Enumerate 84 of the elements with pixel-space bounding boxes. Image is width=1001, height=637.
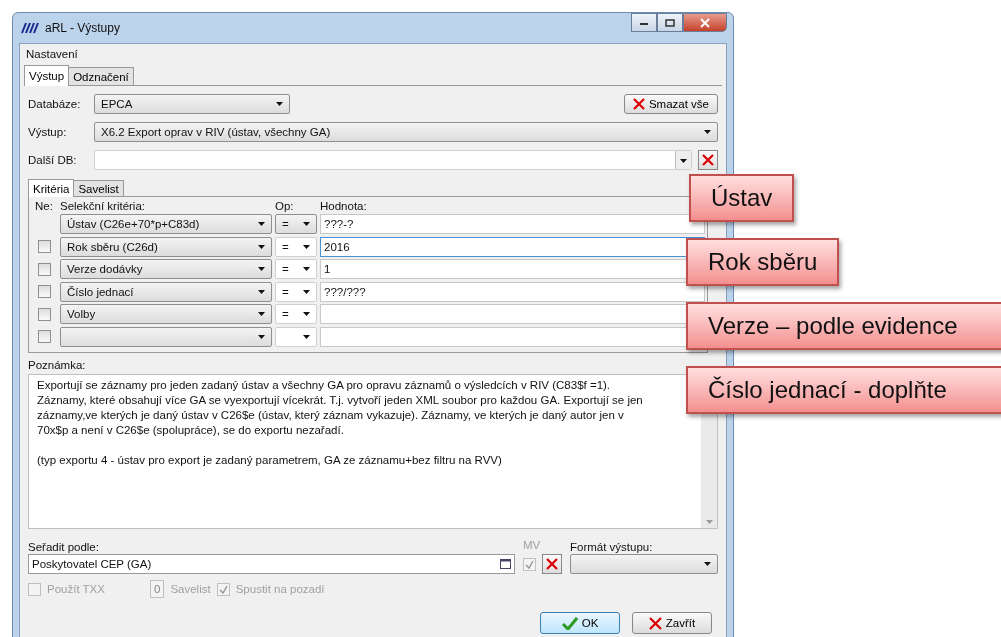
caret-icon [258, 244, 265, 249]
caret-icon [303, 289, 310, 294]
maximize-button[interactable] [657, 13, 683, 32]
tab[interactable]: Odznačení [68, 67, 134, 85]
operator-dropdown[interactable]: = [275, 236, 317, 257]
field-label: Další DB: [28, 154, 78, 166]
annotation-tooltip: Verze – podle evidence [686, 302, 1001, 350]
criterion-dropdown[interactable]: Verze dodávky [60, 259, 272, 280]
caret-icon [303, 267, 310, 272]
checkbox[interactable] [37, 285, 51, 299]
criterion-dropdown[interactable] [60, 326, 272, 347]
note-paragraph: (typ exportu 4 - ústav pro export je zadaný parametrem, GA ze záznamu+bez filtru na RVV) [37, 453, 503, 468]
caret-icon [303, 312, 310, 317]
value-field[interactable]: ???-? [320, 214, 705, 235]
caret-icon [680, 159, 687, 163]
maximize-icon [665, 18, 675, 27]
caret-icon [704, 562, 711, 566]
caret-icon [704, 130, 711, 134]
menu-item[interactable]: Nastavení [24, 48, 80, 60]
database-dropdown[interactable]: EPCA [94, 94, 290, 114]
annotation-tooltip: Rok sběru [686, 238, 840, 286]
close-button[interactable] [683, 13, 727, 32]
column-header: Selekční kritéria: [60, 200, 146, 212]
column-header: Op: [275, 200, 295, 212]
value-field[interactable]: 2016 [320, 236, 705, 257]
caret-icon [276, 102, 283, 106]
note-paragraph: Exportují se záznamy pro jeden zadaný ústav a všechny GA pro opravu záznamů o výsledcích v RIV (C83$f =1). Záznamy, které obsahují více GA se vyexportují vícekrát. T.j. vytvoří jeden XML soubor pro každou GA. Exportují se jen záznamy,ve kterých je daný ústav v C26$e (ústav, který záznam vykazuje). Záznamy, ve kterých je daný autor jen v 70x$p a není v C26$e (spolupráce), se do exportu nezařadí. [37, 378, 644, 438]
note-label: Poznámka: [28, 359, 87, 372]
operator-dropdown[interactable]: = [275, 304, 317, 325]
criterion-dropdown[interactable]: Rok sběru (C26d) [60, 236, 272, 257]
close-dialog-button[interactable]: Zavřít [632, 612, 712, 634]
caret-icon [258, 312, 265, 317]
field-label: Seřadit podle: [28, 541, 100, 554]
close-icon [699, 17, 711, 28]
operator-dropdown[interactable]: = [275, 259, 317, 280]
field-label: Databáze: [28, 98, 82, 110]
annotation-tooltip: Číslo jednací - doplňte [686, 366, 1001, 414]
value-field[interactable]: ???/??? [320, 281, 705, 302]
checkbox[interactable] [37, 330, 51, 344]
ok-button[interactable]: OK [540, 612, 620, 634]
checkbox[interactable] [37, 240, 51, 254]
sort-field[interactable]: Poskytovatel CEP (GA) [28, 554, 515, 574]
criterion-dropdown[interactable]: Ústav (C26e+70*p+C83d) [60, 214, 272, 235]
check-icon [218, 584, 228, 594]
other-db-dropdown[interactable] [94, 150, 692, 170]
checkbox[interactable] [37, 307, 51, 321]
field-label: Výstup: [28, 126, 68, 138]
column-header: Hodnota: [320, 200, 368, 212]
clear-all-button[interactable]: Smazat vše [623, 94, 718, 114]
clear-button[interactable] [698, 150, 718, 170]
window-title: aRL - Výstupy [45, 21, 120, 35]
caret-icon [258, 289, 265, 294]
check-icon [561, 616, 578, 630]
window-icon [500, 559, 511, 569]
cross-icon [546, 558, 558, 570]
scroll-down-icon[interactable] [705, 520, 713, 524]
minimize-button[interactable] [631, 13, 657, 32]
cross-icon [632, 98, 645, 110]
caret-icon [258, 222, 265, 227]
operator-dropdown[interactable]: = [275, 281, 317, 302]
tab[interactable]: Výstup [24, 65, 70, 86]
tab[interactable]: Kritéria [28, 179, 75, 197]
operator-dropdown[interactable] [275, 326, 317, 347]
operator-dropdown[interactable]: = [275, 214, 317, 235]
annotation-tooltip: Ústav [689, 174, 795, 222]
mv-label: MV [523, 539, 541, 551]
criterion-dropdown[interactable]: Volby [60, 304, 272, 325]
cross-icon [648, 616, 662, 630]
cross-icon [702, 154, 714, 166]
caret-icon [258, 267, 265, 272]
caret-icon [303, 222, 310, 227]
tab[interactable]: Savelist [73, 180, 124, 196]
clear-button[interactable] [542, 554, 562, 574]
savelist-label: Savelist [170, 583, 211, 595]
caret-icon [303, 334, 310, 339]
format-dropdown[interactable] [570, 554, 718, 574]
app-logo-icon [21, 22, 39, 34]
criterion-dropdown[interactable]: Číslo jednací [60, 281, 272, 302]
column-header: Ne: [34, 200, 54, 212]
field-label: Formát výstupu: [570, 541, 654, 554]
caret-icon [303, 244, 310, 249]
caret-icon [258, 334, 265, 339]
output-dropdown[interactable]: X6.2 Export oprav v RIV (ústav, všechny GA) [94, 122, 718, 142]
checkbox[interactable] [37, 262, 51, 276]
